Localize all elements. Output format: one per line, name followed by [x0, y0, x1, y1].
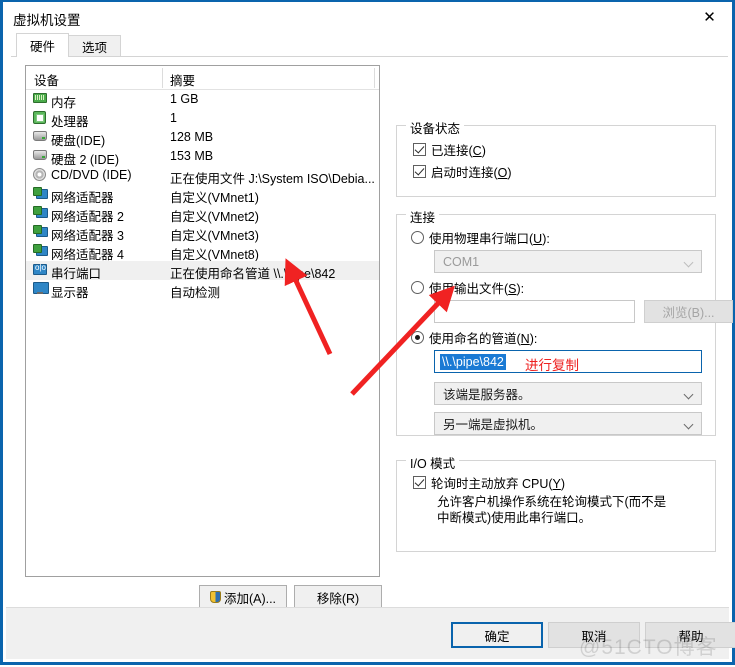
output-file-input[interactable] — [434, 300, 635, 323]
tab-options[interactable]: 选项 — [68, 35, 122, 57]
device-row[interactable]: 网络适配器 2 自定义(VMnet2) — [26, 204, 379, 224]
pipe-end-role-dropdown[interactable]: 该端是服务器。 — [434, 382, 702, 405]
memory-icon — [33, 93, 47, 103]
device-row[interactable]: 内存 1 GB — [26, 90, 379, 110]
tab-hardware[interactable]: 硬件 — [16, 33, 70, 57]
connected-checkbox[interactable] — [413, 143, 426, 156]
connect-at-power-on-checkbox[interactable] — [413, 165, 426, 178]
device-row[interactable]: 网络适配器 自定义(VMnet1) — [26, 185, 379, 205]
device-row[interactable]: 串行端口正在使用命名管道 \\.\pipe\842 — [26, 261, 379, 281]
pipe-end-role-value: 该端是服务器。 — [443, 388, 531, 402]
device-summary: 1 — [170, 111, 177, 125]
column-divider — [162, 68, 163, 88]
device-list[interactable]: 设备 摘要 内存 1 GB 处理器 1 硬盘(IDE) 128 MB 硬盘 2 (IDE) 1… — [25, 65, 380, 577]
device-list-header: 设备 摘要 — [26, 66, 379, 90]
device-row[interactable]: 处理器 1 — [26, 109, 379, 129]
yield-cpu-checkbox-row[interactable]: 轮询时主动放弃 CPU(Y) — [413, 473, 565, 492]
pipe-other-end-value: 另一端是虚拟机。 — [443, 418, 544, 432]
column-header-summary: 摘要 — [170, 74, 196, 88]
harddisk-icon — [33, 150, 47, 160]
device-row[interactable]: 网络适配器 3 自定义(VMnet3) — [26, 223, 379, 243]
ok-button[interactable]: 确定 — [451, 622, 543, 648]
tab-strip: 硬件 选项 — [11, 33, 728, 57]
harddisk-icon — [33, 131, 47, 141]
network-adapter-icon — [33, 244, 48, 258]
connected-checkbox-row[interactable]: 已连接(C) — [413, 140, 486, 159]
named-pipe-value: \\.\pipe\842 — [440, 353, 506, 370]
use-physical-port-radio[interactable] — [411, 231, 424, 244]
device-row[interactable]: 网络适配器 4 自定义(VMnet8) — [26, 242, 379, 262]
dialog-footer: 确定 取消 帮助 — [6, 607, 735, 659]
connected-label: 已连接(C) — [431, 144, 486, 158]
chevron-down-icon — [683, 389, 694, 400]
shield-icon — [209, 591, 221, 603]
browse-button[interactable]: 浏览(B)... — [644, 300, 733, 323]
device-summary: 自动检测 — [170, 286, 221, 300]
use-output-file-radio-row[interactable]: 使用输出文件(S): — [411, 278, 524, 297]
vm-settings-window: 虚拟机设置 ✕ 硬件 选项 设备 摘要 内存 1 GB 处理器 1 硬盘(IDE) 128… — [0, 0, 735, 665]
connect-at-power-on-label: 启动时连接(O) — [431, 166, 512, 180]
close-icon[interactable]: ✕ — [687, 2, 732, 31]
device-status-group: 设备状态 已连接(C) 启动时连接(O) — [396, 118, 716, 197]
chevron-down-icon — [683, 419, 694, 430]
io-mode-title: I/O 模式 — [406, 453, 460, 472]
use-physical-port-radio-row[interactable]: 使用物理串行端口(U): — [411, 228, 550, 247]
io-mode-description: 允许客户机操作系统在轮询模式下(而不是中断模式)使用此串行端口。 — [437, 495, 667, 525]
processor-icon — [33, 111, 46, 124]
cancel-button[interactable]: 取消 — [548, 622, 640, 648]
device-summary: 128 MB — [170, 130, 214, 144]
device-row[interactable]: 硬盘 2 (IDE) 153 MB — [26, 147, 379, 167]
use-named-pipe-radio-row[interactable]: 使用命名的管道(N): — [411, 328, 537, 347]
content-area: 设备 摘要 内存 1 GB 处理器 1 硬盘(IDE) 128 MB 硬盘 2 (IDE) 1… — [6, 57, 733, 609]
serial-port-icon — [33, 263, 47, 275]
window-title: 虚拟机设置 — [13, 13, 81, 28]
use-named-pipe-label: 使用命名的管道(N): — [429, 332, 538, 346]
network-adapter-icon — [33, 225, 48, 239]
io-mode-group: I/O 模式 轮询时主动放弃 CPU(Y) 允许客户机操作系统在轮询模式下(而不… — [396, 453, 716, 552]
device-summary: 153 MB — [170, 149, 214, 163]
connect-at-power-on-checkbox-row[interactable]: 启动时连接(O) — [413, 162, 512, 181]
pipe-other-end-dropdown[interactable]: 另一端是虚拟机。 — [434, 412, 702, 435]
chevron-down-icon — [683, 257, 694, 268]
connection-group: 连接 使用物理串行端口(U): COM1 使用输出文件(S): 浏览(B)...… — [396, 207, 733, 436]
column-divider-right — [374, 68, 375, 88]
yield-cpu-checkbox[interactable] — [413, 476, 426, 489]
copy-annotation-text: 进行复制 — [525, 358, 579, 373]
yield-cpu-label: 轮询时主动放弃 CPU(Y) — [431, 477, 566, 491]
use-output-file-label: 使用输出文件(S): — [429, 282, 525, 296]
named-pipe-input[interactable]: \\.\pipe\842 进行复制 — [434, 350, 702, 373]
connection-title: 连接 — [406, 207, 440, 226]
title-bar: 虚拟机设置 ✕ — [3, 2, 732, 33]
use-physical-port-label: 使用物理串行端口(U): — [429, 232, 550, 246]
use-named-pipe-radio[interactable] — [411, 331, 424, 344]
add-device-label: 添加(A)... — [223, 591, 277, 606]
device-summary: 1 GB — [170, 92, 199, 106]
device-name: 显示器 — [51, 286, 89, 300]
physical-port-value: COM1 — [443, 254, 480, 269]
device-name: CD/DVD (IDE) — [51, 168, 132, 182]
help-button[interactable]: 帮助 — [645, 622, 735, 648]
use-output-file-radio[interactable] — [411, 281, 424, 294]
add-device-button[interactable]: 添加(A)... — [199, 585, 287, 609]
device-row[interactable]: CD/DVD (IDE) 正在使用文件 J:\System ISO\Debia..… — [26, 166, 379, 186]
physical-port-dropdown[interactable]: COM1 — [434, 250, 702, 273]
device-row[interactable]: 显示器 自动检测 — [26, 280, 379, 300]
device-status-title: 设备状态 — [406, 118, 465, 137]
remove-device-button[interactable]: 移除(R) — [294, 585, 382, 609]
column-header-device: 设备 — [34, 74, 60, 88]
network-adapter-icon — [33, 187, 48, 201]
network-adapter-icon — [33, 206, 48, 220]
display-icon — [33, 282, 49, 294]
device-row[interactable]: 硬盘(IDE) 128 MB — [26, 128, 379, 148]
device-rows: 内存 1 GB 处理器 1 硬盘(IDE) 128 MB 硬盘 2 (IDE) 153 MB C… — [26, 90, 379, 300]
cddvd-icon — [33, 168, 46, 181]
